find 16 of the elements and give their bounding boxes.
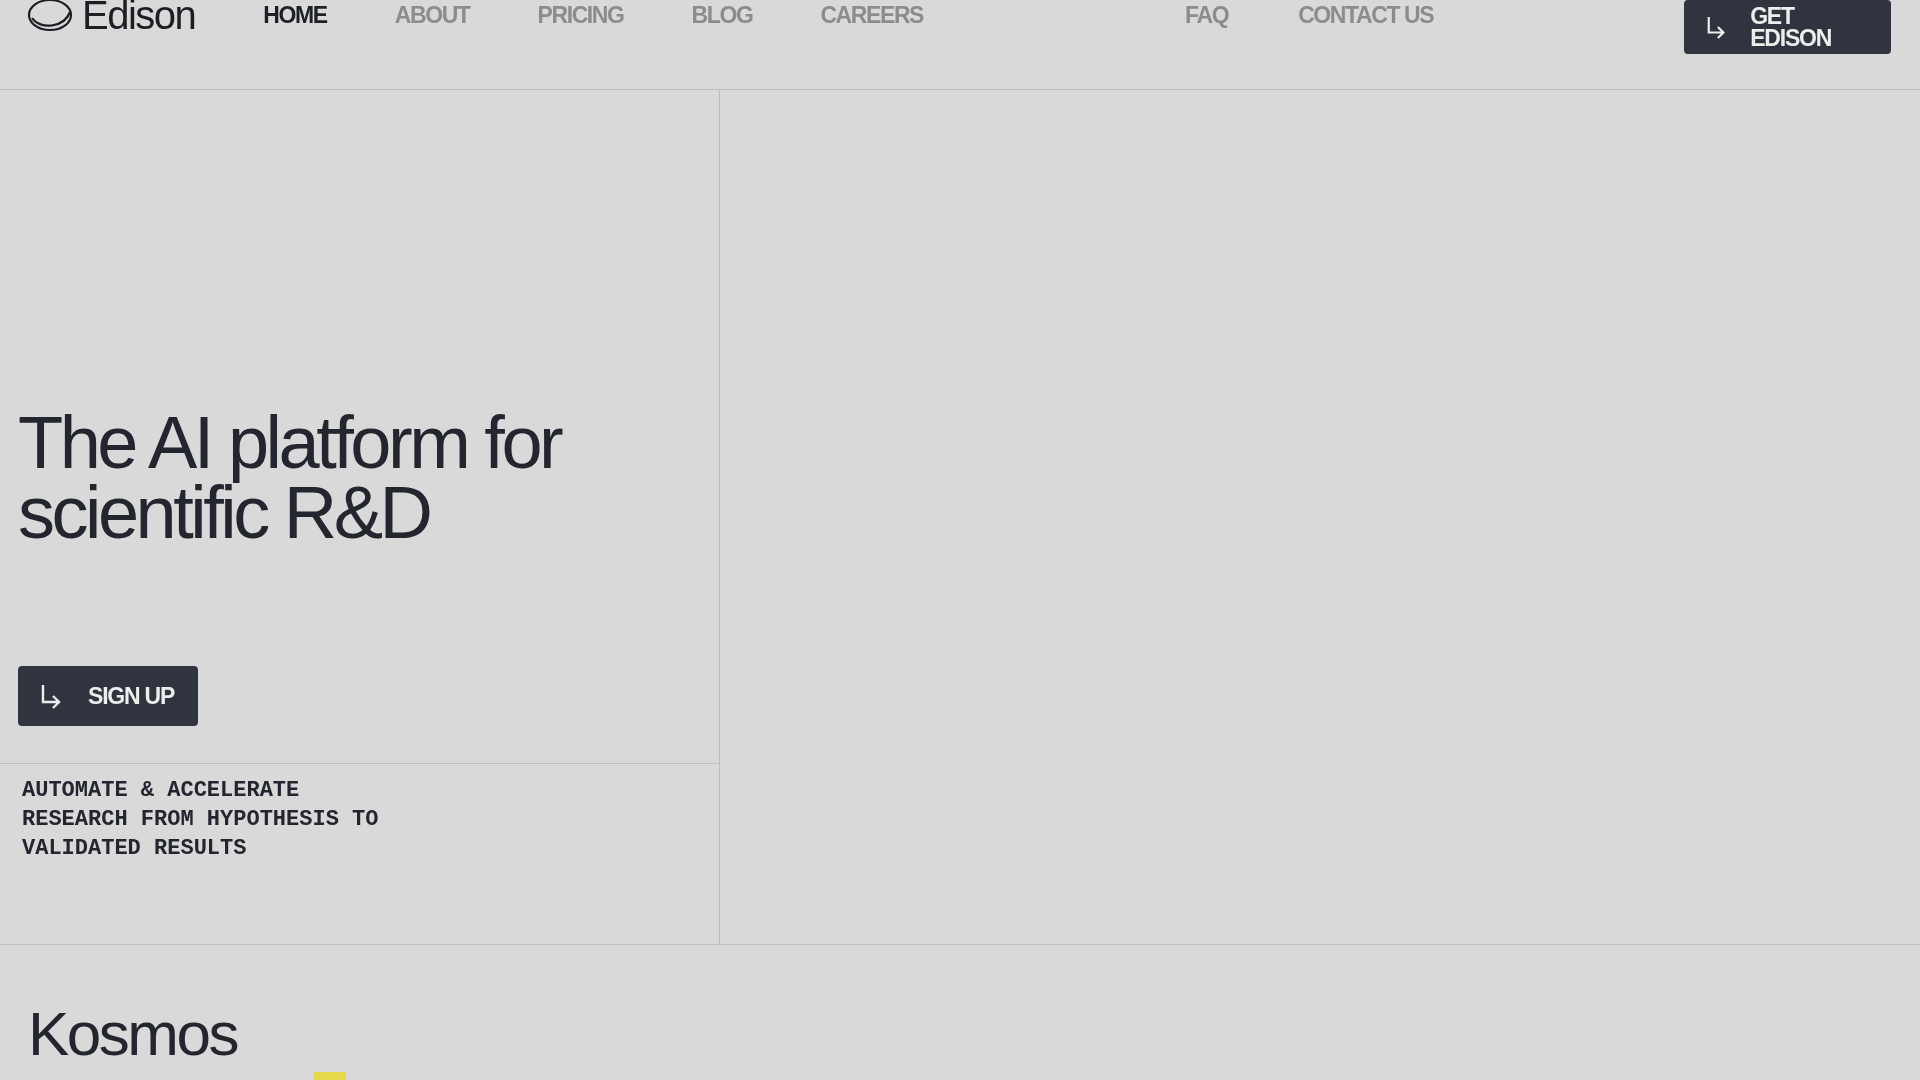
section-title: Kosmos [28,1003,237,1065]
nav-link[interactable]: CONTACT US [1298,1,1434,29]
logo-text: Edison [82,0,196,38]
arrow-icon [40,683,62,709]
nav-link[interactable]: FAQ [1185,1,1229,29]
nav-link[interactable]: ABOUT [394,1,470,29]
nav-link[interactable]: BLOG [691,1,753,29]
tagline: AUTOMATE & ACCELERATE RESEARCH FROM HYPOTHESIS TO VALIDATED RESULTS [22,777,380,863]
nav-link[interactable]: HOME [263,1,327,29]
sign-up-button[interactable]: SIGN UP [18,666,199,726]
hero-heading: The AI platform for scientific R&D [18,408,562,548]
arrow-icon [1706,14,1727,40]
get-edison-button[interactable]: GET EDISON [1684,0,1891,54]
logo-icon [26,0,74,34]
nav-link[interactable]: PRICING [537,1,624,29]
nav-link[interactable]: CAREERS [820,1,924,29]
